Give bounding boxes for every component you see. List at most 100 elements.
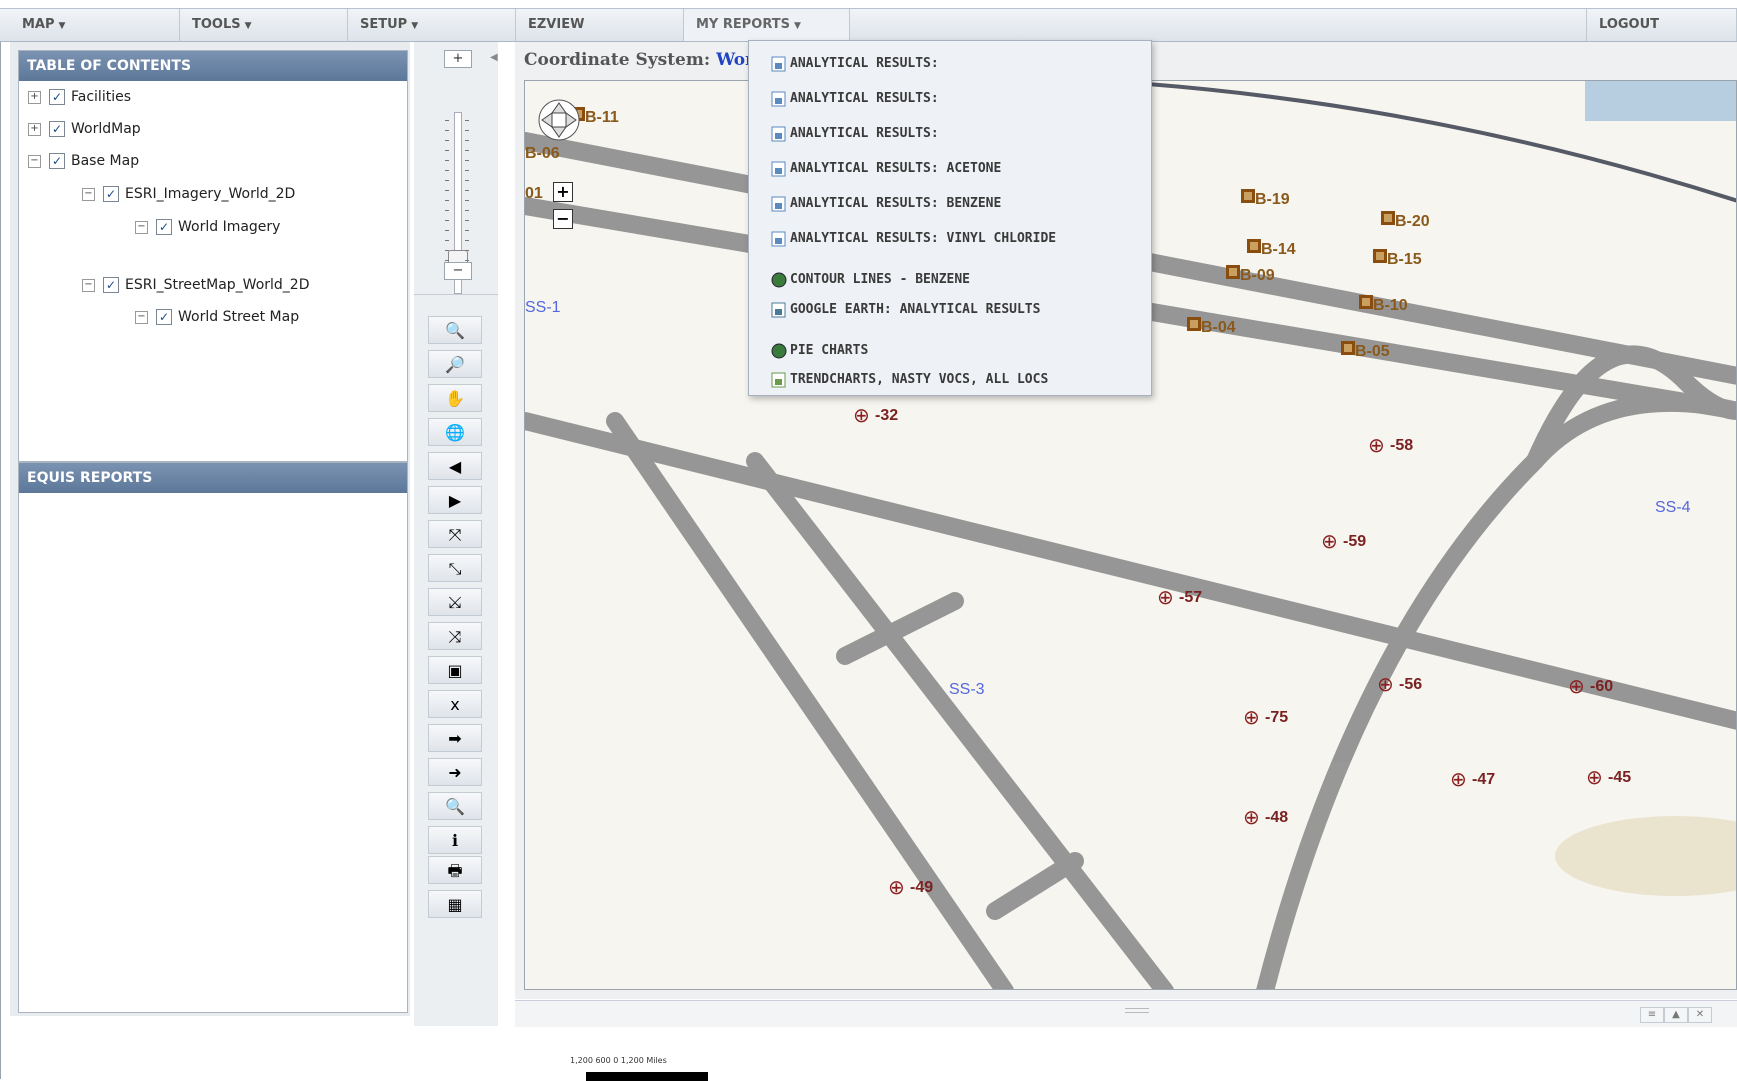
map-location-label[interactable]: -48 <box>1265 809 1288 827</box>
map-location-label[interactable]: SS-4 <box>1655 499 1691 517</box>
map-location-label[interactable]: SS-1 <box>525 299 561 317</box>
map-location-label[interactable]: -32 <box>875 407 898 425</box>
my-reports-item[interactable]: ANALYTICAL RESULTS: <box>770 50 939 78</box>
map-location-label[interactable]: -75 <box>1265 709 1288 727</box>
layer-checkbox[interactable]: ✓ <box>156 219 172 235</box>
export-arrow-icon[interactable]: ➡ <box>428 724 482 752</box>
info-icon[interactable]: ℹ <box>428 826 482 854</box>
zoom-in-fixed-icon[interactable]: ⤧ <box>428 520 482 548</box>
toc-layer-esri-imagery[interactable]: − ✓ ESRI_Imagery_World_2D <box>82 183 295 205</box>
measure-xy-icon[interactable]: x <box>428 690 482 718</box>
pan-hand-icon[interactable]: ✋ <box>428 384 482 412</box>
toc-layer-world-imagery[interactable]: − ✓ World Imagery <box>135 216 280 238</box>
collapse-icon[interactable]: − <box>135 220 148 234</box>
boring-marker-icon[interactable] <box>1373 249 1387 263</box>
menu-setup[interactable]: SETUP ▼ <box>348 9 516 41</box>
my-reports-item[interactable]: GOOGLE EARTH: ANALYTICAL RESULTS <box>770 296 1040 324</box>
map-location-label[interactable]: -49 <box>910 879 933 897</box>
layer-checkbox[interactable]: ✓ <box>49 153 65 169</box>
collapse-icon[interactable]: − <box>28 154 41 168</box>
map-location-label[interactable]: B-04 <box>1201 319 1236 337</box>
map-location-label[interactable]: B-05 <box>1355 343 1390 361</box>
toc-layer-world-street-map[interactable]: − ✓ World Street Map <box>135 306 299 328</box>
search-icon[interactable]: 🔍 <box>428 792 482 820</box>
close-icon[interactable]: ✕ <box>1688 1007 1712 1023</box>
map-location-label[interactable]: -47 <box>1472 771 1495 789</box>
map-location-label[interactable]: B-11 <box>585 109 619 127</box>
my-reports-item[interactable]: ANALYTICAL RESULTS: ACETONE <box>770 155 1001 183</box>
toc-layer-base-map[interactable]: − ✓ Base Map <box>28 150 139 172</box>
toc-layer-worldmap[interactable]: + ✓ WorldMap <box>28 118 141 140</box>
toc-layer-facilities[interactable]: + ✓ Facilities <box>28 86 131 108</box>
boring-marker-icon[interactable] <box>1187 317 1201 331</box>
back-arrow-icon[interactable]: ◀ <box>428 452 482 480</box>
restore-button[interactable]: ≡ <box>1640 1007 1664 1023</box>
map-location-label[interactable]: -58 <box>1390 437 1413 455</box>
map-location-label[interactable]: -59 <box>1343 533 1366 551</box>
my-reports-item[interactable]: PIE CHARTS <box>770 337 868 365</box>
sample-marker-icon[interactable]: ⊕ <box>1568 674 1585 698</box>
toc-layer-esri-streetmap[interactable]: − ✓ ESRI_StreetMap_World_2D <box>82 274 309 296</box>
layer-checkbox[interactable]: ✓ <box>103 186 119 202</box>
expand-icon[interactable]: + <box>28 90 41 104</box>
map-location-label[interactable]: -56 <box>1399 676 1422 694</box>
sample-marker-icon[interactable]: ⊕ <box>1243 705 1260 729</box>
collapse-arrow-icon[interactable]: ◀ <box>490 52 498 63</box>
forward-arrow-icon[interactable]: ▶ <box>428 486 482 514</box>
map-location-label[interactable]: -45 <box>1608 769 1631 787</box>
zoom-out-icon[interactable]: 🔎 <box>428 350 482 378</box>
my-reports-item[interactable]: ANALYTICAL RESULTS: <box>770 120 939 148</box>
color-ramp-icon[interactable]: ▦ <box>428 890 482 918</box>
boring-marker-icon[interactable] <box>1241 189 1255 203</box>
goto-xy-icon[interactable]: ➜ <box>428 758 482 786</box>
select-box-icon[interactable]: ⤩ <box>428 588 482 616</box>
my-reports-item[interactable]: ANALYTICAL RESULTS: VINYL CHLORIDE <box>770 225 1056 253</box>
layer-checkbox[interactable]: ✓ <box>156 309 172 325</box>
zoom-in-button[interactable]: + <box>444 50 472 68</box>
map-location-label[interactable]: B-20 <box>1395 213 1430 231</box>
map-location-label[interactable]: B-14 <box>1261 241 1296 259</box>
sample-marker-icon[interactable]: ⊕ <box>1157 585 1174 609</box>
sample-marker-icon[interactable]: ⊕ <box>853 403 870 427</box>
map-location-label[interactable]: -60 <box>1590 678 1613 696</box>
boring-marker-icon[interactable] <box>1359 295 1373 309</box>
collapse-icon[interactable]: − <box>135 310 148 324</box>
collapse-icon[interactable]: − <box>82 278 95 292</box>
menu-ezview[interactable]: EZVIEW <box>516 9 684 41</box>
zoom-out-fixed-icon[interactable]: ⤡ <box>428 554 482 582</box>
my-reports-item[interactable]: ANALYTICAL RESULTS: <box>770 85 939 113</box>
menu-my-reports[interactable]: MY REPORTS ▼ <box>684 9 850 41</box>
sample-marker-icon[interactable]: ⊕ <box>1586 765 1603 789</box>
map-location-label[interactable]: 01 <box>525 185 543 203</box>
menu-tools[interactable]: TOOLS ▼ <box>180 9 348 41</box>
zoom-out-button[interactable]: − <box>444 262 472 280</box>
print-icon[interactable]: 🖶 <box>428 856 482 884</box>
maximize-button[interactable]: ▲ <box>1664 1007 1688 1023</box>
my-reports-item[interactable]: ANALYTICAL RESULTS: BENZENE <box>770 190 1001 218</box>
my-reports-item[interactable]: TRENDCHARTS, NASTY VOCS, ALL LOCS <box>770 366 1048 394</box>
sample-marker-icon[interactable]: ⊕ <box>1368 433 1385 457</box>
layer-checkbox[interactable]: ✓ <box>49 121 65 137</box>
map-location-label[interactable]: SS-3 <box>949 681 985 699</box>
map-location-label[interactable]: -57 <box>1179 589 1202 607</box>
zoom-in-icon[interactable]: 🔍 <box>428 316 482 344</box>
map-location-label[interactable]: B-06 <box>525 145 560 163</box>
resize-grip-icon[interactable] <box>1125 1008 1149 1013</box>
layer-checkbox[interactable]: ✓ <box>103 277 119 293</box>
menu-map[interactable]: MAP ▼ <box>10 9 180 41</box>
expand-icon[interactable]: + <box>28 122 41 136</box>
logout-button[interactable]: LOGOUT <box>1586 9 1737 41</box>
sample-marker-icon[interactable]: ⊕ <box>1377 672 1394 696</box>
map-location-label[interactable]: B-09 <box>1240 267 1275 285</box>
boring-marker-icon[interactable] <box>1341 341 1355 355</box>
sample-marker-icon[interactable]: ⊕ <box>1450 767 1467 791</box>
boring-marker-icon[interactable] <box>1226 265 1240 279</box>
identify-frame-icon[interactable]: ▣ <box>428 656 482 684</box>
map-location-label[interactable]: B-10 <box>1373 297 1408 315</box>
map-zoom-in-button[interactable]: + <box>553 182 573 202</box>
collapse-icon[interactable]: − <box>82 187 95 201</box>
pan-control[interactable] <box>534 95 584 145</box>
full-extent-globe-icon[interactable]: 🌐 <box>428 418 482 446</box>
boring-marker-icon[interactable] <box>1247 239 1261 253</box>
clear-selection-icon[interactable]: ⤨ <box>428 622 482 650</box>
